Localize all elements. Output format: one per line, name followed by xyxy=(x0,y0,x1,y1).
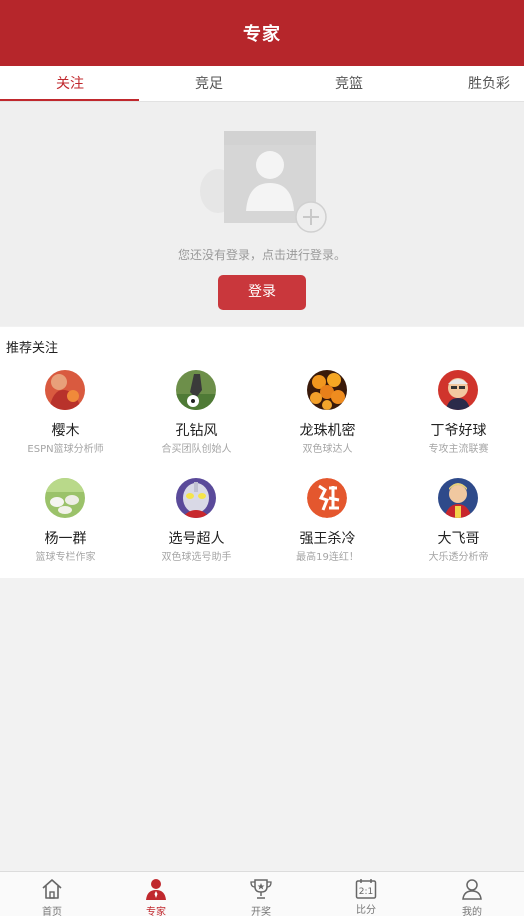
user-icon xyxy=(462,879,482,900)
active-tab-indicator xyxy=(0,99,139,101)
expert-desc: 合买团队创始人 xyxy=(161,444,232,455)
expert-name: 孔钻风 xyxy=(175,423,218,439)
nav-mine[interactable]: 我的 xyxy=(420,872,524,916)
expert-name: 强王杀冷 xyxy=(299,531,356,547)
recommend-section: 推荐关注 樱木 ESPN篮球分析师 孔钻风 合买团队创始人 龙珠机密 双色球达人… xyxy=(0,327,524,578)
expert-icon xyxy=(146,879,166,900)
expert-name: 选号超人 xyxy=(168,531,225,547)
expert-desc: ESPN篮球分析师 xyxy=(27,444,104,455)
empty-avatar-icon xyxy=(198,127,330,237)
expert-card[interactable]: 强王杀冷 最高19连红！ xyxy=(262,478,393,578)
page-title: 专家 xyxy=(243,24,281,45)
tab-win-lose[interactable]: 胜负彩 xyxy=(419,66,524,102)
scoreboard-icon: 2:1 xyxy=(355,879,377,899)
avatar xyxy=(438,478,478,518)
expert-card[interactable]: 大飞哥 大乐透分析帝 xyxy=(393,478,524,578)
tab-basketball[interactable]: 竞篮 xyxy=(279,66,419,102)
avatar xyxy=(176,478,216,518)
bottom-nav: 首页 专家 开奖 2:1 比分 我的 xyxy=(0,871,524,916)
login-button[interactable]: 登录 xyxy=(218,275,306,310)
expert-name: 樱木 xyxy=(51,423,80,439)
recommend-title: 推荐关注 xyxy=(6,341,59,356)
expert-card[interactable]: 龙珠机密 双色球达人 xyxy=(262,370,393,470)
login-tip-text: 您还没有登录，点击进行登录。 xyxy=(177,248,346,262)
app-header: 专家 xyxy=(0,0,524,66)
nav-lottery-label: 开奖 xyxy=(251,907,271,916)
expert-name: 大飞哥 xyxy=(437,531,480,547)
nav-score-label: 比分 xyxy=(356,905,376,916)
expert-desc: 篮球专栏作家 xyxy=(35,552,96,563)
tab-bar: 关注 竞足 竞篮 胜负彩 xyxy=(0,66,524,102)
expert-name: 龙珠机密 xyxy=(299,423,356,439)
avatar xyxy=(438,370,478,410)
expert-card[interactable]: 选号超人 双色球选号助手 xyxy=(131,478,262,578)
login-prompt: 您还没有登录，点击进行登录。 登录 xyxy=(0,102,524,326)
expert-card[interactable]: 杨一群 篮球专栏作家 xyxy=(0,478,131,578)
nav-home[interactable]: 首页 xyxy=(0,872,104,916)
expert-desc: 双色球达人 xyxy=(302,444,353,455)
avatar xyxy=(307,370,347,410)
expert-desc: 最高19连红！ xyxy=(296,552,359,563)
expert-desc: 双色球选号助手 xyxy=(161,552,232,563)
expert-name: 丁爷好球 xyxy=(430,423,487,439)
expert-name: 杨一群 xyxy=(44,531,87,547)
tab-football[interactable]: 竞足 xyxy=(139,66,279,102)
expert-card[interactable]: 樱木 ESPN篮球分析师 xyxy=(0,370,131,470)
svg-text:2:1: 2:1 xyxy=(359,887,373,897)
avatar xyxy=(45,478,85,518)
expert-desc: 专攻主流联赛 xyxy=(428,444,489,455)
trophy-icon xyxy=(250,879,272,899)
nav-expert-label: 专家 xyxy=(146,907,166,916)
avatar xyxy=(45,370,85,410)
expert-card[interactable]: 丁爷好球 专攻主流联赛 xyxy=(393,370,524,470)
nav-home-label: 首页 xyxy=(42,907,62,916)
avatar xyxy=(176,370,216,410)
nav-score[interactable]: 2:1 比分 xyxy=(314,872,418,916)
expert-card[interactable]: 孔钻风 合买团队创始人 xyxy=(131,370,262,470)
nav-expert[interactable]: 专家 xyxy=(104,872,208,916)
avatar xyxy=(307,478,347,518)
home-icon xyxy=(42,879,62,899)
nav-mine-label: 我的 xyxy=(462,907,482,916)
tab-follow[interactable]: 关注 xyxy=(0,66,140,102)
nav-lottery[interactable]: 开奖 xyxy=(209,872,313,916)
expert-desc: 大乐透分析帝 xyxy=(428,552,489,563)
